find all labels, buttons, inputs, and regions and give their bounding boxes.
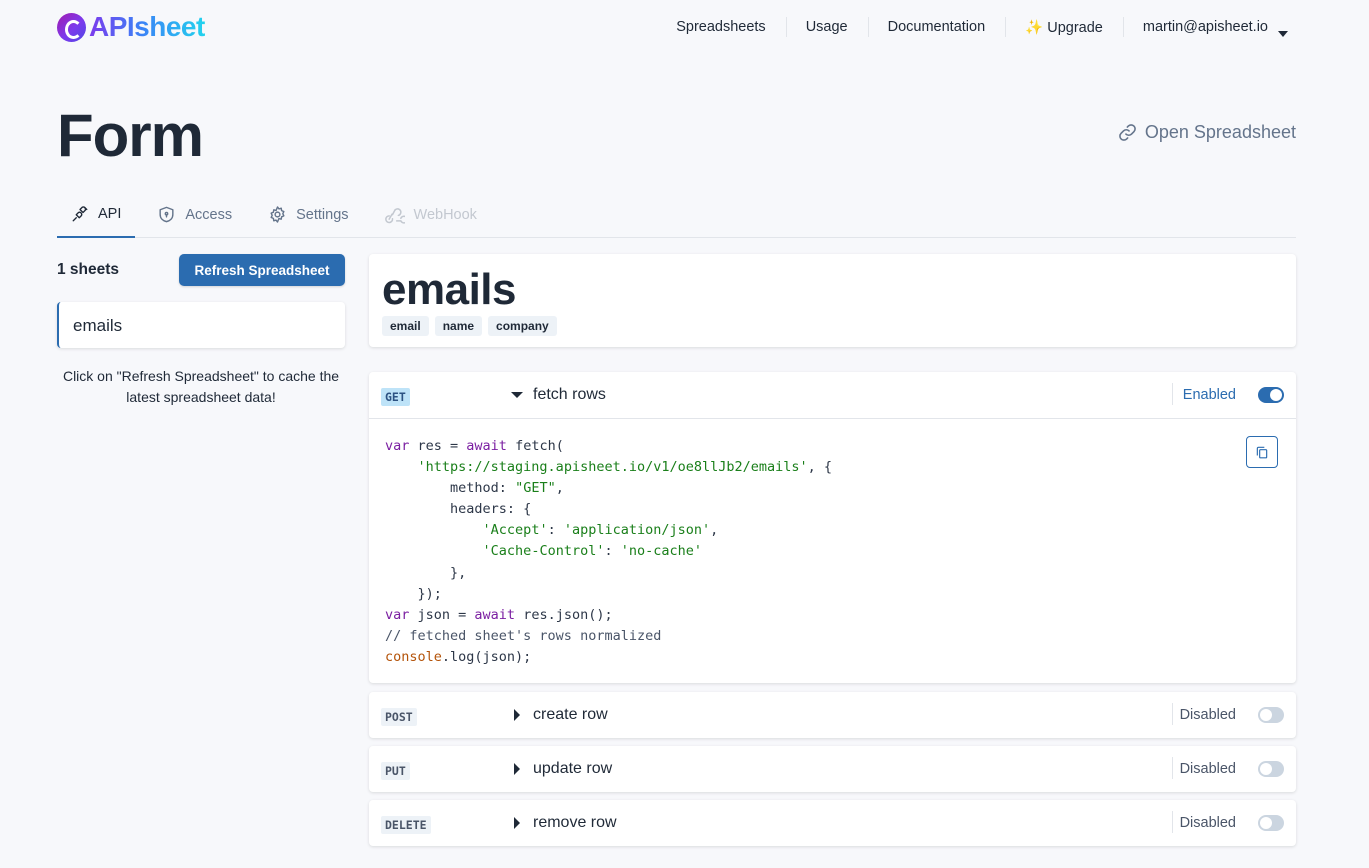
endpoint-post-title: create row (533, 706, 608, 723)
tab-access-label: Access (185, 206, 233, 223)
endpoint-put-title: update row (533, 760, 613, 777)
code-snippet: var res = await fetch( 'https://staging.… (369, 418, 1296, 683)
endpoint-get-card: GET fetch rows Enabled var res = await f… (369, 372, 1296, 683)
endpoint-post-card: POST create row Disabled (369, 692, 1296, 738)
sheet-name: emails (382, 265, 516, 314)
endpoint-put-card: PUT update row Disabled (369, 746, 1296, 792)
tab-bar: API Access Settings WebHook (57, 192, 1296, 238)
endpoint-post-header[interactable]: POST create row Disabled (369, 692, 1296, 738)
link-icon (1119, 124, 1136, 141)
logo-mark-icon (57, 12, 86, 42)
sheet-count: 1 sheets (57, 261, 120, 278)
divider (1172, 383, 1173, 405)
logo-text: APIsheet (89, 11, 205, 42)
apisheet-logo[interactable]: APIsheet (57, 10, 205, 44)
column-tags: email name company (382, 316, 1296, 336)
tab-settings-label: Settings (296, 206, 349, 223)
column-tag-email: email (382, 316, 429, 336)
tab-api[interactable]: API (57, 192, 136, 238)
tab-webhook-label: WebHook (413, 206, 477, 223)
endpoint-put-status: Disabled (1179, 761, 1236, 777)
gear-icon (270, 206, 285, 223)
sheet-summary-card: emails email name company (369, 254, 1296, 347)
api-plug-icon (72, 206, 88, 222)
method-badge-delete: DELETE (381, 816, 431, 834)
endpoint-get-status: Enabled (1182, 387, 1236, 403)
copy-icon (1256, 446, 1268, 459)
endpoint-post-status: Disabled (1179, 707, 1236, 723)
caret-right-icon (514, 763, 520, 775)
refresh-spreadsheet-button[interactable]: Refresh Spreadsheet (179, 254, 345, 286)
refresh-hint: Click on "Refresh Spreadsheet" to cache … (62, 368, 340, 405)
column-tag-company: company (488, 316, 557, 336)
endpoint-put-header[interactable]: PUT update row Disabled (369, 746, 1296, 792)
sidebar-item-emails[interactable]: emails (57, 302, 345, 348)
top-nav: APIsheet Spreadsheets Usage Documentatio… (57, 10, 1296, 44)
divider (1172, 757, 1173, 779)
method-badge-put: PUT (381, 762, 410, 780)
nav-links: Spreadsheets Usage Documentation ✨ Upgra… (656, 10, 1296, 44)
endpoint-get-header[interactable]: GET fetch rows Enabled (369, 372, 1296, 418)
open-spreadsheet-label: Open Spreadsheet (1144, 122, 1296, 142)
open-spreadsheet-link[interactable]: Open Spreadsheet (1118, 122, 1296, 143)
tab-settings[interactable]: Settings (254, 192, 362, 237)
nav-link-upgrade[interactable]: ✨ Upgrade (1005, 16, 1123, 37)
webhook-icon (384, 207, 405, 224)
caret-right-icon (514, 817, 520, 829)
account-menu[interactable]: martin@apisheet.io (1122, 17, 1296, 37)
endpoint-delete-toggle[interactable] (1258, 815, 1284, 831)
shield-lock-icon (159, 206, 174, 223)
endpoint-delete-header[interactable]: DELETE remove row Disabled (369, 800, 1296, 846)
method-badge-get: GET (381, 388, 410, 406)
method-badge-post: POST (381, 708, 417, 726)
divider (1172, 703, 1173, 725)
tab-webhook[interactable]: WebHook (371, 192, 491, 237)
caret-right-icon (514, 709, 520, 721)
copy-code-button[interactable] (1246, 436, 1278, 468)
endpoint-post-toggle[interactable] (1258, 707, 1284, 723)
nav-link-spreadsheets[interactable]: Spreadsheets (656, 19, 785, 35)
page-title: Form (57, 102, 204, 169)
endpoint-delete-title: remove row (533, 814, 617, 831)
tab-api-label: API (98, 206, 122, 222)
endpoint-delete-status: Disabled (1179, 815, 1236, 831)
endpoint-put-toggle[interactable] (1258, 761, 1284, 777)
nav-link-documentation[interactable]: Documentation (867, 17, 1006, 37)
column-tag-name: name (434, 316, 483, 336)
nav-link-usage[interactable]: Usage (785, 17, 868, 37)
code-block[interactable]: var res = await fetch( 'https://staging.… (385, 436, 1296, 668)
caret-down-icon (1278, 31, 1288, 37)
tab-access[interactable]: Access (143, 192, 246, 237)
divider (1172, 811, 1173, 833)
account-email: martin@apisheet.io (1142, 19, 1268, 35)
endpoint-get-toggle[interactable] (1258, 387, 1284, 403)
endpoint-get-title: fetch rows (533, 386, 606, 403)
endpoint-delete-card: DELETE remove row Disabled (369, 800, 1296, 846)
caret-down-icon (511, 392, 523, 398)
